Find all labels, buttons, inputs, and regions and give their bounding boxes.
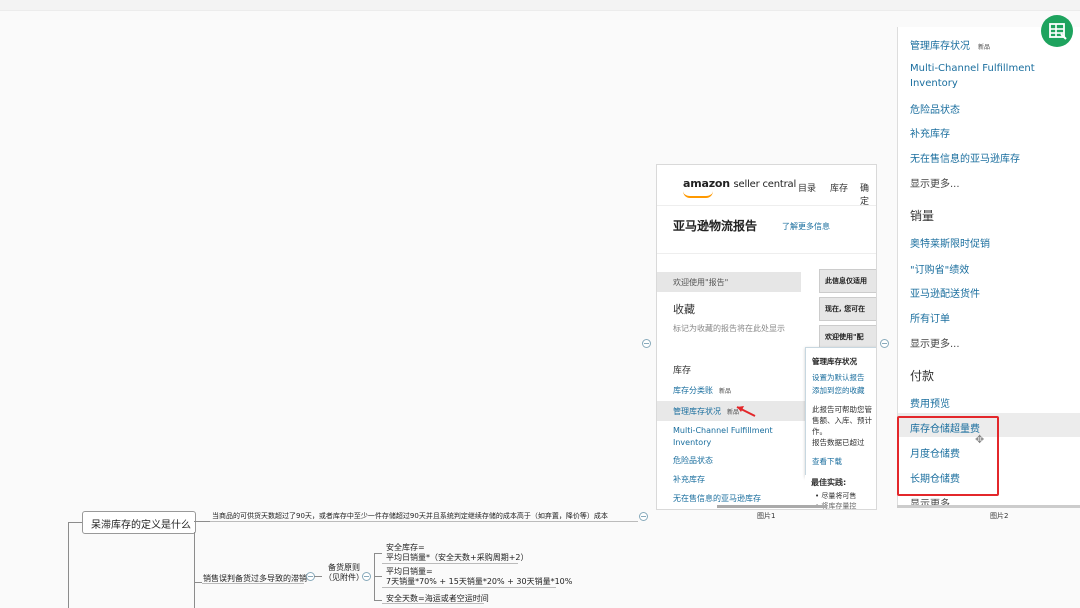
best-practice-bullet-1: • 尽量将可售: [815, 492, 857, 500]
popup-desc-2: 售额、入库、预计: [812, 416, 872, 425]
collapse-toggle[interactable]: [639, 512, 648, 521]
divider: [657, 253, 876, 254]
nav-inventory: 库存: [830, 184, 849, 194]
underline: [382, 603, 484, 604]
link-stranded-inventory: 无在售信息的亚马逊库存: [673, 494, 761, 503]
popup-desc-3: 作。: [812, 427, 827, 436]
menu-show-more-1: 显示更多...: [910, 179, 960, 190]
best-practice-box: 最佳实践: • 尽量将可售 • 将库存量控: [805, 475, 876, 509]
avg-daily-sales-topic[interactable]: 平均日销量= 7天销量*70% + 15天销量*20% + 30天销量*10%: [386, 567, 572, 587]
connector-line: [68, 522, 82, 523]
report-popup: 管理库存状况 设置为默认报告 添加到您的收藏 此报告可帮助您管 售额、入库、预计…: [805, 347, 876, 477]
collapse-toggle[interactable]: [642, 339, 651, 348]
connector-line: [194, 532, 195, 608]
underline: [202, 583, 304, 584]
top-toolbar: [0, 0, 1080, 11]
amazon-smile-icon: [683, 191, 713, 198]
learn-more-link: 了解更多信息: [782, 222, 830, 231]
popup-view-link: 查看下载: [812, 457, 842, 466]
seller-central-header: amazon seller central 目录 库存 确定: [657, 165, 876, 207]
underline: [382, 587, 556, 588]
popup-desc-1: 此报告可帮助您管: [812, 405, 872, 414]
menu-restock: 补充库存: [910, 129, 950, 140]
menu-all-orders: 所有订单: [910, 314, 950, 325]
amazon-logo: amazon seller central: [683, 177, 797, 190]
popup-title: 管理库存状况: [812, 357, 857, 366]
principle-topic[interactable]: 备货原则 （见附件）: [324, 563, 364, 583]
underline: [210, 521, 638, 522]
menu-hazmat: 危险品状态: [910, 105, 960, 116]
move-cursor-icon: ✥: [975, 433, 985, 446]
connector-line: [374, 553, 375, 601]
collapse-toggle[interactable]: [880, 339, 889, 348]
connector-line: [194, 521, 210, 522]
collapse-toggle[interactable]: [362, 572, 371, 581]
link-manage-inventory-health: 管理库存状况 新品: [673, 407, 740, 416]
definition-topic[interactable]: 当商品的可供货天数超过了90天，或者库存中至少一件存储超过90天并且系统判定继续…: [212, 511, 608, 521]
link-inventory-ledger: 库存分类账 新品: [673, 386, 732, 395]
reports-title: 亚马逊物流报告: [673, 219, 758, 233]
favorites-hint: 标记为收藏的报告将在此处显示: [673, 324, 785, 333]
table-icon[interactable]: [1041, 15, 1073, 47]
popup-favorite-link: 添加到您的收藏: [812, 386, 865, 395]
info-box-1: 此信息仅适用: [819, 269, 876, 293]
red-highlight-box: [897, 416, 999, 496]
sales-heading: 销量: [910, 209, 935, 223]
popup-desc-4: 报告数据已超过: [812, 438, 865, 447]
menu-mcf-inventory: Inventory: [910, 78, 958, 89]
menu-stranded: 无在售信息的亚马逊库存: [910, 154, 1020, 165]
menu-subscribe-save: "订购省"绩效: [910, 265, 970, 276]
nav-pricing: 确定: [860, 184, 870, 207]
menu-show-more-2: 显示更多...: [910, 339, 960, 350]
connector-line: [374, 553, 382, 554]
info-box-3: 欢迎使用"配: [819, 325, 876, 349]
favorites-heading: 收藏: [673, 303, 695, 316]
safety-stock-topic[interactable]: 安全库存= 平均日销量*（安全天数+采购周期+2）: [386, 543, 529, 563]
root-topic-label: 呆滞库存的定义是什么: [91, 520, 191, 531]
menu-mcf: Multi-Channel Fulfillment: [910, 63, 1035, 74]
best-practice-heading: 最佳实践:: [811, 478, 847, 487]
red-arrow-icon: [736, 406, 756, 417]
image1-scrollbar: [717, 505, 827, 508]
canvas: amazon seller central 目录 库存 确定 亚马逊物流报告 了…: [0, 0, 1080, 608]
nav-catalog: 目录: [798, 184, 817, 194]
welcome-bar: 欢迎使用"报告": [657, 272, 801, 292]
link-restock: 补充库存: [673, 475, 705, 484]
inventory-heading: 库存: [673, 366, 692, 376]
connector-line: [314, 576, 322, 577]
image2-scrollbar: [897, 505, 1080, 508]
underline: [382, 563, 518, 564]
caption-image-1: 图片1: [757, 512, 776, 520]
menu-manage-inventory-health: 管理库存状况 新品: [910, 41, 991, 52]
popup-default-link: 设置为默认报告: [812, 373, 865, 382]
link-mcf-inventory: Multi-Channel Fulfillment Inventory: [673, 426, 773, 447]
info-box-2: 现在, 您可在: [819, 297, 876, 321]
menu-fba-shipments: 亚马逊配送货件: [910, 289, 980, 300]
menu-fee-preview: 费用预览: [910, 399, 950, 410]
payments-heading: 付款: [910, 369, 935, 383]
link-hazmat-status: 危险品状态: [673, 456, 713, 465]
caption-image-2: 图片2: [990, 512, 1009, 520]
connector-line: [374, 576, 382, 577]
connector-line: [68, 522, 69, 608]
connector-line: [374, 600, 382, 601]
image-seller-central-reports[interactable]: amazon seller central 目录 库存 确定 亚马逊物流报告 了…: [656, 164, 877, 510]
connector-line: [194, 582, 202, 583]
menu-outlet-deals: 奥特莱斯限时促销: [910, 239, 990, 250]
root-topic[interactable]: 呆滞库存的定义是什么: [82, 511, 196, 534]
